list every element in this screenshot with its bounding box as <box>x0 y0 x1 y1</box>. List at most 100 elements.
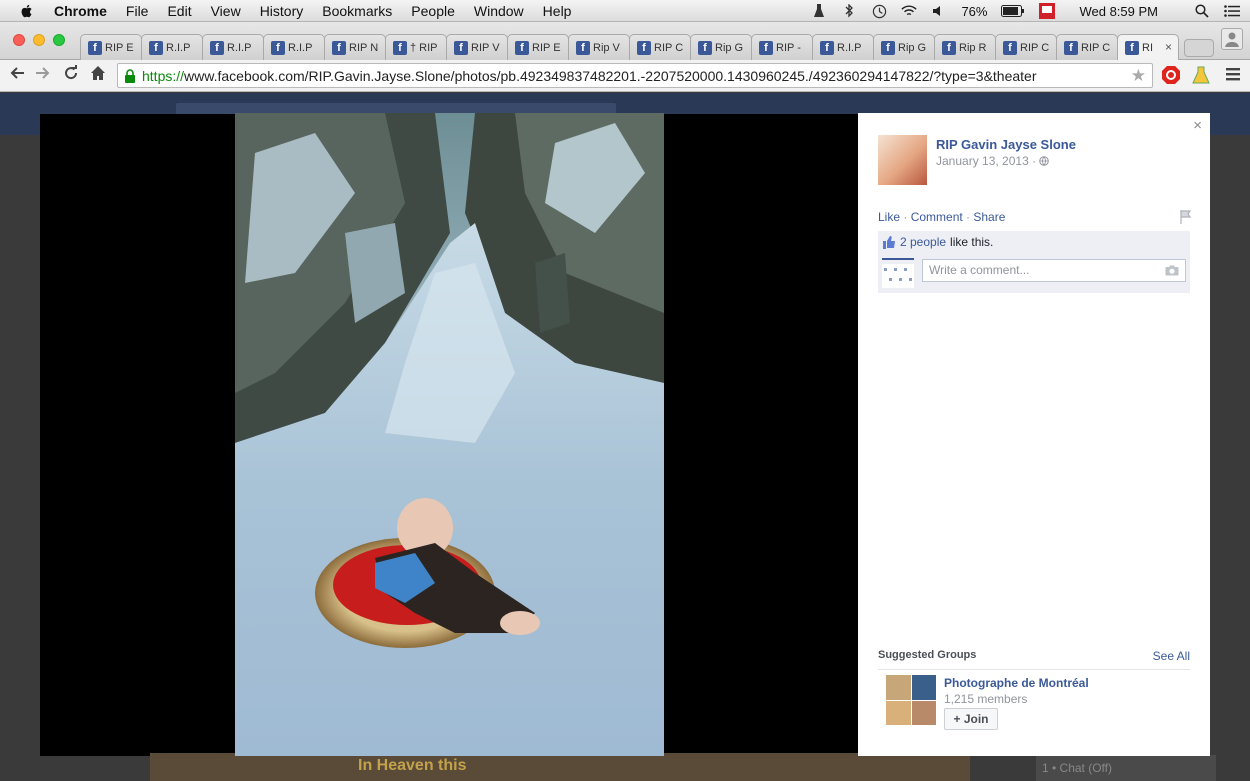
tab[interactable]: f RIP C <box>995 34 1057 60</box>
spotlight-icon[interactable] <box>1194 3 1210 19</box>
group-name-link[interactable]: Photographe de Montréal <box>944 676 1089 690</box>
forward-arrow-icon <box>36 67 50 79</box>
zoom-window-button[interactable] <box>53 34 65 46</box>
likes-summary: 2 people like this. <box>882 235 993 249</box>
photo-side-panel: × RIP Gavin Jayse Slone January 13, 2013… <box>858 113 1210 756</box>
menu-bookmarks[interactable]: Bookmarks <box>322 3 392 19</box>
menu-window[interactable]: Window <box>474 3 524 19</box>
post-date[interactable]: January 13, 2013 · <box>936 154 1050 168</box>
minimize-window-button[interactable] <box>33 34 45 46</box>
menu-view[interactable]: View <box>211 3 241 19</box>
forward-button[interactable] <box>32 65 54 87</box>
menu-file[interactable]: File <box>126 3 149 19</box>
join-group-button[interactable]: + Join <box>944 708 998 730</box>
tab-label: R.I.P <box>227 41 252 54</box>
tab[interactable]: f † RIP <box>385 34 447 60</box>
camera-icon[interactable] <box>1165 265 1179 276</box>
adblock-extension-icon[interactable] <box>1160 65 1182 87</box>
volume-icon[interactable] <box>931 3 947 19</box>
group-members: 1,215 members <box>944 692 1028 706</box>
flask-icon[interactable] <box>811 3 827 19</box>
tab-active[interactable]: f RI × <box>1117 34 1179 60</box>
tab[interactable]: f RIP E <box>80 34 142 60</box>
post-date-text: January 13, 2013 · <box>936 154 1040 168</box>
page-avatar[interactable] <box>878 135 927 185</box>
new-tab-button[interactable] <box>1184 39 1214 57</box>
tab[interactable]: f R.I.P <box>812 34 874 60</box>
like-link[interactable]: Like <box>878 210 900 224</box>
post-actions: Like · Comment · Share <box>878 210 1005 224</box>
action-separator: · <box>900 210 911 224</box>
facebook-favicon-icon: f <box>637 40 651 55</box>
theater-photo[interactable] <box>235 113 664 756</box>
address-bar[interactable]: https://www.facebook.com/RIP.Gavin.Jayse… <box>117 63 1153 88</box>
chat-tab[interactable]: 1 • Chat (Off) <box>1036 755 1216 781</box>
facebook-favicon-icon: f <box>271 40 285 55</box>
notification-center-icon[interactable] <box>1224 3 1240 19</box>
menu-chrome[interactable]: Chrome <box>54 3 107 19</box>
tab-label: † RIP <box>410 41 438 54</box>
bookmark-star-icon[interactable]: ★ <box>1131 66 1146 86</box>
tab[interactable]: f RIP E <box>507 34 569 60</box>
close-tab-icon[interactable]: × <box>1165 40 1172 54</box>
browser-toolbar: https://www.facebook.com/RIP.Gavin.Jayse… <box>0 60 1250 92</box>
tab[interactable]: f R.I.P <box>202 34 264 60</box>
tab[interactable]: f RIP N <box>324 34 386 60</box>
facebook-favicon-icon: f <box>759 40 773 55</box>
tab-label: Rip G <box>898 41 927 54</box>
profile-button[interactable] <box>1221 28 1243 50</box>
bluetooth-icon[interactable] <box>841 3 857 19</box>
facebook-favicon-icon: f <box>942 40 956 55</box>
flag-input-icon[interactable] <box>1039 3 1056 19</box>
see-all-link[interactable]: See All <box>1153 649 1190 663</box>
tabs: f RIP Ef R.I.P f R.I.P f R.I.P f RIP Nf † RIP f RIP… <box>80 34 1179 60</box>
menu-history[interactable]: History <box>260 3 304 19</box>
reload-button[interactable] <box>60 65 82 87</box>
time-machine-icon[interactable] <box>871 3 887 19</box>
comment-input[interactable]: Write a comment... <box>922 259 1186 282</box>
share-link[interactable]: Share <box>973 210 1005 224</box>
close-theater-button[interactable]: × <box>1193 117 1202 134</box>
tab[interactable]: f RIP V <box>446 34 508 60</box>
back-button[interactable] <box>6 65 28 87</box>
tab[interactable]: f Rip V <box>568 34 630 60</box>
facebook-favicon-icon: f <box>149 40 163 55</box>
battery-percent: 76% <box>961 3 988 19</box>
extension-icon[interactable] <box>1190 65 1212 87</box>
tab-label: Rip V <box>593 41 620 54</box>
group-thumbnail[interactable] <box>886 675 936 725</box>
tab[interactable]: f RIP C <box>629 34 691 60</box>
hamburger-icon <box>1226 68 1240 81</box>
menu-people[interactable]: People <box>411 3 455 19</box>
facebook-favicon-icon: f <box>1003 40 1017 55</box>
menu-edit[interactable]: Edit <box>167 3 191 19</box>
home-icon <box>91 66 105 80</box>
menubar-status: 76% Wed 8:59 PM <box>811 0 1240 22</box>
battery-icon[interactable] <box>1001 3 1025 19</box>
facebook-favicon-icon: f <box>393 40 407 55</box>
tab[interactable]: f Rip G <box>873 34 935 60</box>
tab-label: RIP V <box>471 41 500 54</box>
menubar-clock[interactable]: Wed 8:59 PM <box>1079 4 1158 19</box>
apple-icon[interactable] <box>18 3 36 19</box>
wifi-icon[interactable] <box>901 3 918 19</box>
tab[interactable]: f R.I.P <box>141 34 203 60</box>
tab[interactable]: f Rip R <box>934 34 996 60</box>
tab-label: Rip R <box>959 41 987 54</box>
likers-link[interactable]: 2 people <box>900 235 946 249</box>
tab-label: RIP N <box>349 41 379 54</box>
page-name-link[interactable]: RIP Gavin Jayse Slone <box>936 137 1076 152</box>
chrome-menu-button[interactable] <box>1222 65 1244 87</box>
facebook-favicon-icon: f <box>881 40 895 55</box>
facebook-favicon-icon: f <box>454 40 468 55</box>
comment-link[interactable]: Comment <box>911 210 963 224</box>
tab[interactable]: f R.I.P <box>263 34 325 60</box>
report-flag-icon[interactable] <box>1180 210 1192 224</box>
tab[interactable]: f RIP C <box>1056 34 1118 60</box>
home-button[interactable] <box>87 65 109 87</box>
menu-help[interactable]: Help <box>543 3 572 19</box>
close-window-button[interactable] <box>13 34 25 46</box>
tab-label: RI <box>1142 41 1153 54</box>
tab[interactable]: f RIP - <box>751 34 813 60</box>
tab[interactable]: f Rip G <box>690 34 752 60</box>
